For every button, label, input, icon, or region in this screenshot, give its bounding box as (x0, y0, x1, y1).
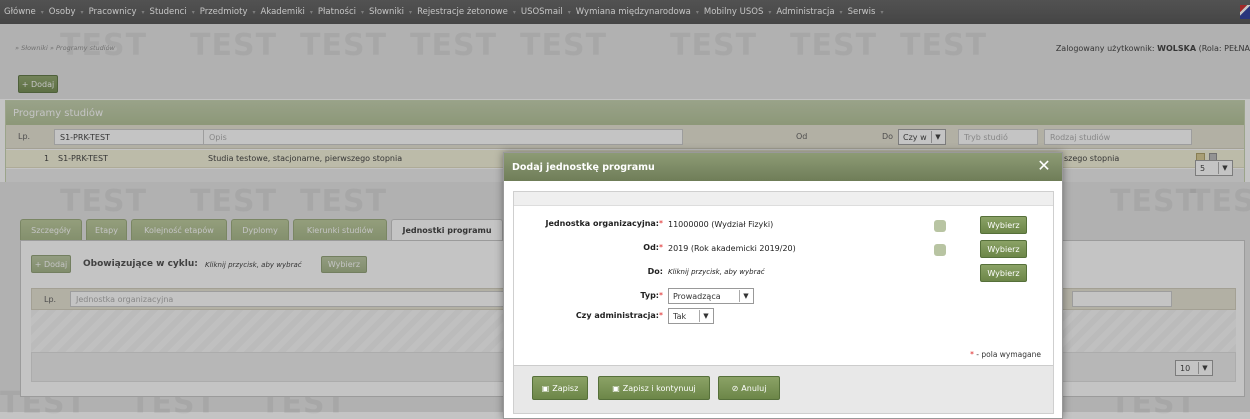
admin-select[interactable]: Tak ▼ (668, 308, 714, 324)
required-mark: * (659, 291, 663, 300)
choose-do-button[interactable]: Wybierz (980, 264, 1027, 282)
typ-label-text: Typ: (640, 291, 659, 300)
dialog-title: Dodaj jednostkę programu (512, 161, 655, 173)
chevron-down-icon: ▼ (699, 310, 712, 322)
choose-unit-button[interactable]: Wybierz (980, 216, 1027, 234)
save-label: Zapisz (552, 383, 579, 393)
save-continue-label: Zapisz i kontynuuj (622, 383, 696, 393)
clear-unit-icon[interactable] (934, 220, 946, 232)
cancel-icon: ⊘ (731, 383, 739, 393)
choose-od-button[interactable]: Wybierz (980, 240, 1027, 258)
save-continue-button[interactable]: ▣ Zapisz i kontynuuj (598, 376, 710, 400)
do-label: Do: (647, 267, 663, 276)
cancel-button[interactable]: ⊘ Anuluj (718, 376, 780, 400)
admin-label-text: Czy administracja: (575, 311, 659, 320)
od-value: 2019 (Rok akademicki 2019/20) (668, 244, 796, 253)
od-label-text: Od: (643, 243, 659, 252)
add-unit-dialog: Dodaj jednostkę programu ✕ Jednostka org… (503, 152, 1063, 419)
dialog-body: Jednostka organizacyjna:* 11000000 (Wydz… (513, 191, 1054, 414)
dialog-form: Jednostka organizacyjna:* 11000000 (Wydz… (514, 206, 1053, 366)
typ-label: Typ:* (640, 291, 663, 300)
required-note-text: - pola wymagane (973, 350, 1041, 359)
unit-label: Jednostka organizacyjna:* (546, 219, 663, 228)
required-mark: * (659, 219, 663, 228)
save-icon: ▣ (612, 383, 620, 393)
typ-select[interactable]: Prowadząca ▼ (668, 288, 754, 304)
admin-label: Czy administracja:* (576, 311, 663, 320)
unit-value: 11000000 (Wydział Fizyki) (668, 220, 774, 229)
required-mark: * (659, 311, 663, 320)
save-button[interactable]: ▣ Zapisz (532, 376, 588, 400)
od-label: Od:* (643, 243, 663, 252)
dialog-strip (514, 192, 1053, 206)
close-icon[interactable]: ✕ (1036, 158, 1052, 174)
do-value: Kliknij przycisk, aby wybrać (668, 268, 765, 276)
typ-select-value: Prowadząca (673, 291, 721, 301)
clear-od-icon[interactable] (934, 244, 946, 256)
required-note: * - pola wymagane (970, 350, 1041, 359)
save-icon: ▣ (541, 383, 550, 393)
required-mark: * (659, 243, 663, 252)
dialog-header: Dodaj jednostkę programu ✕ (504, 153, 1062, 181)
admin-select-value: Tak (673, 311, 687, 321)
unit-label-text: Jednostka organizacyjna: (545, 219, 659, 228)
cancel-label: Anuluj (741, 383, 767, 393)
chevron-down-icon: ▼ (739, 290, 752, 302)
